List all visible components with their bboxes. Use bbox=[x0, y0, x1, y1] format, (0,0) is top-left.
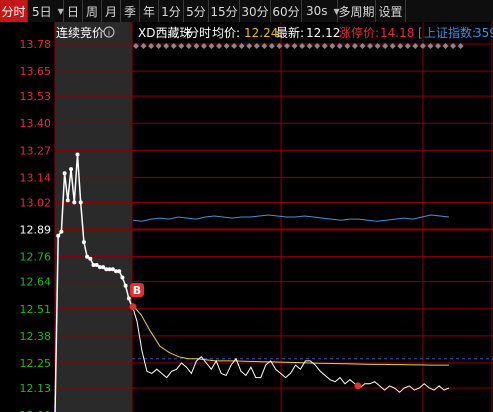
y-tick-label: 12.76 bbox=[20, 251, 52, 264]
tab-label: 月 bbox=[104, 4, 117, 19]
tab-9[interactable]: 15分 bbox=[209, 0, 240, 22]
tab-11[interactable]: 60分 bbox=[271, 0, 302, 22]
auction-point bbox=[120, 275, 125, 280]
tab-label: 设置 bbox=[378, 4, 403, 19]
buy-marker[interactable]: B bbox=[130, 283, 144, 297]
tab-13[interactable]: 多周期 bbox=[338, 0, 376, 22]
auction-point bbox=[75, 152, 80, 157]
tab-label: 年 bbox=[142, 4, 155, 19]
tab-label: 30分 bbox=[241, 4, 269, 19]
limit-price-label: 涨停价: bbox=[339, 25, 379, 40]
tab-0[interactable]: 分时 bbox=[0, 0, 28, 22]
auction-point bbox=[123, 283, 128, 288]
index-label: 上证指数: bbox=[424, 25, 476, 40]
index-value: 359 bbox=[474, 26, 493, 40]
y-tick-label: 13.65 bbox=[20, 65, 52, 78]
tab-14[interactable]: 设置 bbox=[376, 0, 406, 22]
tab-4[interactable]: 月 bbox=[102, 0, 121, 22]
intraday-chart[interactable]: 13.78 13.65 13.53 13.40 13.27 13.14 13.02 12.89… bbox=[0, 22, 493, 412]
auction-point bbox=[78, 200, 83, 205]
tab-8[interactable]: 5分 bbox=[184, 0, 209, 22]
y-tick-label: 13.14 bbox=[20, 171, 52, 184]
tab-10[interactable]: 30分 bbox=[240, 0, 271, 22]
chart-mode-label: 分时 bbox=[187, 26, 211, 40]
svg-text:i: i bbox=[108, 29, 110, 38]
buy-point[interactable] bbox=[129, 303, 137, 311]
y-tick-label: 12.64 bbox=[20, 276, 52, 289]
tab-label: 多周期 bbox=[338, 4, 375, 19]
limit-price-value: 14.18 bbox=[380, 26, 414, 40]
y-tick-label: 13.27 bbox=[20, 144, 52, 157]
latest-price-value: 12.12 bbox=[306, 26, 340, 40]
tab-6[interactable]: 年 bbox=[140, 0, 159, 22]
tab-label: 60分 bbox=[272, 4, 300, 19]
auction-point bbox=[56, 233, 61, 238]
y-tick-label: 12.25 bbox=[20, 357, 52, 370]
auction-point bbox=[81, 240, 86, 245]
tab-12[interactable]: 30s ▼ bbox=[302, 0, 340, 22]
y-tick-label: 12.13 bbox=[20, 382, 52, 395]
avg-price-value: 12.24 bbox=[244, 26, 278, 40]
tab-5[interactable]: 季 bbox=[121, 0, 140, 22]
y-tick-label: 12.51 bbox=[20, 303, 52, 316]
auction-point bbox=[72, 200, 77, 205]
tab-label: 分时 bbox=[1, 4, 26, 19]
auction-point bbox=[69, 167, 73, 172]
auction-point bbox=[117, 269, 122, 274]
triangle-down-icon[interactable]: ▼ bbox=[58, 7, 64, 16]
y-tick-label: 13.02 bbox=[20, 196, 52, 209]
auction-point bbox=[65, 198, 70, 203]
tab-label: 5日 bbox=[32, 4, 52, 19]
y-tick-label: 12.38 bbox=[20, 330, 52, 343]
chart-toolbar: 分时 5日 ▼ 日周月季年 1分 5分 15分 30分 60分 30s ▼ 多周期 设置 bbox=[0, 0, 493, 23]
y-tick-label: 12.89 bbox=[20, 224, 52, 237]
tab-label: 季 bbox=[123, 4, 136, 19]
index-bracket: [ bbox=[418, 26, 423, 40]
tab-label: 5分 bbox=[186, 4, 206, 19]
latest-price-label: 最新: bbox=[276, 25, 304, 40]
tab-label: 30s bbox=[306, 4, 328, 18]
tab-label: 周 bbox=[85, 4, 98, 19]
avg-price-label: 均价: bbox=[212, 26, 240, 40]
y-tick-label: 13.40 bbox=[20, 117, 52, 130]
tab-label: 日 bbox=[66, 4, 79, 19]
auction-zone bbox=[55, 22, 132, 412]
buy-marker-label[interactable]: B bbox=[133, 284, 141, 297]
tab-label: 1分 bbox=[161, 4, 181, 19]
tab-2[interactable]: 日 bbox=[64, 0, 83, 22]
tab-7[interactable]: 1分 bbox=[159, 0, 184, 22]
stock-name: XD西藏珠 bbox=[138, 26, 191, 40]
y-tick-label: 13.78 bbox=[20, 38, 52, 51]
y-tick-label: 13.53 bbox=[20, 90, 52, 103]
tab-3[interactable]: 周 bbox=[83, 0, 102, 22]
tab-1[interactable]: 5日 ▼ bbox=[28, 0, 64, 22]
tab-label: 15分 bbox=[210, 4, 238, 19]
auction-point bbox=[126, 296, 131, 301]
auction-point bbox=[59, 229, 64, 234]
trade-point[interactable] bbox=[354, 382, 362, 390]
auction-point bbox=[88, 256, 93, 261]
auction-status-label: 连续竞价 bbox=[56, 25, 104, 40]
auction-point bbox=[62, 171, 67, 176]
